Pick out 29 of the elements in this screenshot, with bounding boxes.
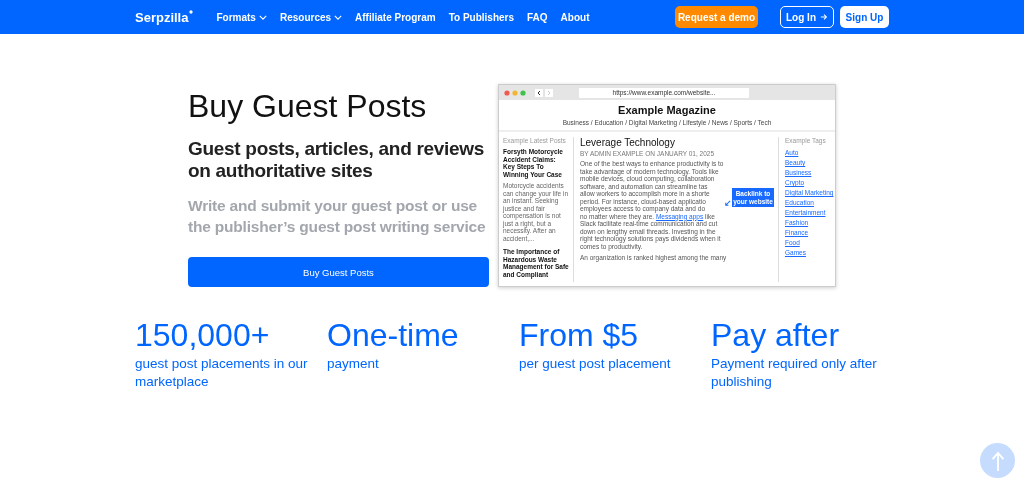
pointer-arrow-icon [724,200,731,207]
back-forward-icon [535,88,553,97]
buy-guest-posts-button[interactable]: Buy Guest Posts [188,257,489,287]
stat-caption: per guest post placement [519,355,672,373]
stat-value: From $5 [519,317,640,353]
stat-caption: guest post placements in our marketplace [135,355,309,391]
stat-caption: payment [327,355,380,373]
logo[interactable]: Serpzilla [135,9,189,25]
window-controls-icon [504,89,528,96]
scroll-to-top-button[interactable] [980,443,1015,478]
site-title: Example Magazine [617,104,717,116]
stat-value: Pay after [711,317,841,353]
hero-description: Write and submit your guest post or use the publisher’s guest post writing service [188,196,487,237]
hero-subtitle: Guest posts, articles, and reviews on authoritative sites [188,138,486,182]
stat-caption: Payment required only after publishing [711,355,878,391]
signup-button[interactable]: Sign Up [840,6,889,28]
login-button[interactable]: Log In [780,6,834,28]
nav-link[interactable]: To Publishers [448,11,515,23]
stat-value: One-time [327,317,460,353]
stat-value: 150,000+ [135,317,271,353]
nav-link[interactable]: FAQ [527,11,548,23]
nav-link[interactable]: Affiliate Program [355,11,436,23]
nav-link[interactable]: Resources [279,11,343,23]
hero-title: Buy Guest Posts [188,88,428,124]
arrow-right-icon [820,13,828,21]
article-title: Leverage Technology [580,137,676,149]
nav-link[interactable]: Formats [216,11,267,23]
dot-icon [189,9,194,14]
nav-link[interactable]: About [560,11,590,23]
